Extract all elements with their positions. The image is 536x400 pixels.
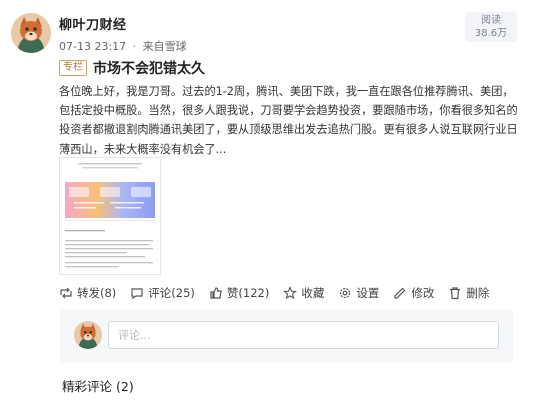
current-user-avatar bbox=[74, 321, 102, 349]
author-name[interactable]: 柳叶刀财经 bbox=[59, 14, 127, 33]
post-meta: 07-13 23:17 · 来自雪球 bbox=[59, 38, 187, 54]
edit-button[interactable]: 修改 bbox=[393, 285, 434, 301]
gear-icon bbox=[340, 287, 351, 299]
post-title[interactable]: 市场不会犯错太久 bbox=[93, 58, 205, 78]
edit-label: 修改 bbox=[411, 286, 435, 300]
thumbs-up-icon bbox=[210, 287, 222, 299]
read-label: 阅读 bbox=[481, 15, 501, 26]
trash-icon bbox=[450, 287, 461, 300]
settings-button[interactable]: 设置 bbox=[338, 285, 379, 301]
post-source: 来自雪球 bbox=[142, 40, 187, 53]
post-date: 07-13 23:17 bbox=[59, 40, 127, 53]
favorite-label: 收藏 bbox=[301, 286, 325, 300]
like-label: 赞(122) bbox=[226, 286, 270, 300]
comment-button[interactable]: 评论(25) bbox=[130, 285, 195, 301]
edit-icon bbox=[394, 287, 406, 299]
post-body-line: 各位晚上好，我是刀哥。过去的1-2周，腾讯、美团下跌，我一直在跟各位推荐腾讯、美… bbox=[59, 85, 514, 98]
retweet-button[interactable]: 转发(8) bbox=[59, 285, 116, 301]
column-tag: 专栏 bbox=[59, 60, 87, 76]
meta-separator: · bbox=[132, 40, 137, 53]
retweet-label: 转发(8) bbox=[77, 286, 117, 300]
comment-label: 评论(25) bbox=[148, 286, 195, 300]
featured-comments-label: 精彩评论 bbox=[62, 379, 113, 394]
delete-button[interactable]: 删除 bbox=[448, 285, 489, 301]
post-body-line: 投资者都撤退割肉腾通讯美团了，要从顶级思维出发去追热门股。更有很多人说互联网行业… bbox=[59, 123, 518, 137]
read-count-box: 阅读 38.6万 bbox=[465, 12, 517, 42]
author-avatar[interactable] bbox=[11, 13, 51, 53]
like-button[interactable]: 赞(122) bbox=[209, 285, 269, 301]
retweet-icon bbox=[60, 287, 72, 299]
post-body-line: 包括定投中概股。当然，很多人跟我说，刀哥要学会趋势投资，要跟随市场，你看很多知名… bbox=[59, 104, 518, 118]
comment-icon bbox=[131, 288, 143, 300]
post-body[interactable]: 各位晚上好，我是刀哥。过去的1-2周，腾讯、美团下跌，我一直在跟各位推荐腾讯、美… bbox=[59, 82, 521, 159]
featured-comments-count: (2) bbox=[116, 379, 134, 394]
post-body-line: 薄西山，未来大概率没有机会了... bbox=[59, 142, 227, 156]
star-icon bbox=[283, 286, 298, 300]
featured-comments-heading: 精彩评论 (2) bbox=[62, 376, 134, 395]
comment-input[interactable] bbox=[108, 321, 499, 349]
delete-label: 删除 bbox=[466, 286, 490, 300]
settings-label: 设置 bbox=[356, 286, 380, 300]
post-thumbnail-image[interactable] bbox=[59, 157, 161, 275]
post-title-row: 专栏 市场不会犯错太久 bbox=[59, 58, 205, 78]
favorite-button[interactable]: 收藏 bbox=[283, 285, 324, 301]
comment-panel bbox=[60, 309, 513, 363]
read-count: 38.6万 bbox=[474, 28, 508, 39]
action-bar: 转发(8) 评论(25) 赞(122) 收藏 设置 修改 删除 bbox=[59, 282, 503, 304]
